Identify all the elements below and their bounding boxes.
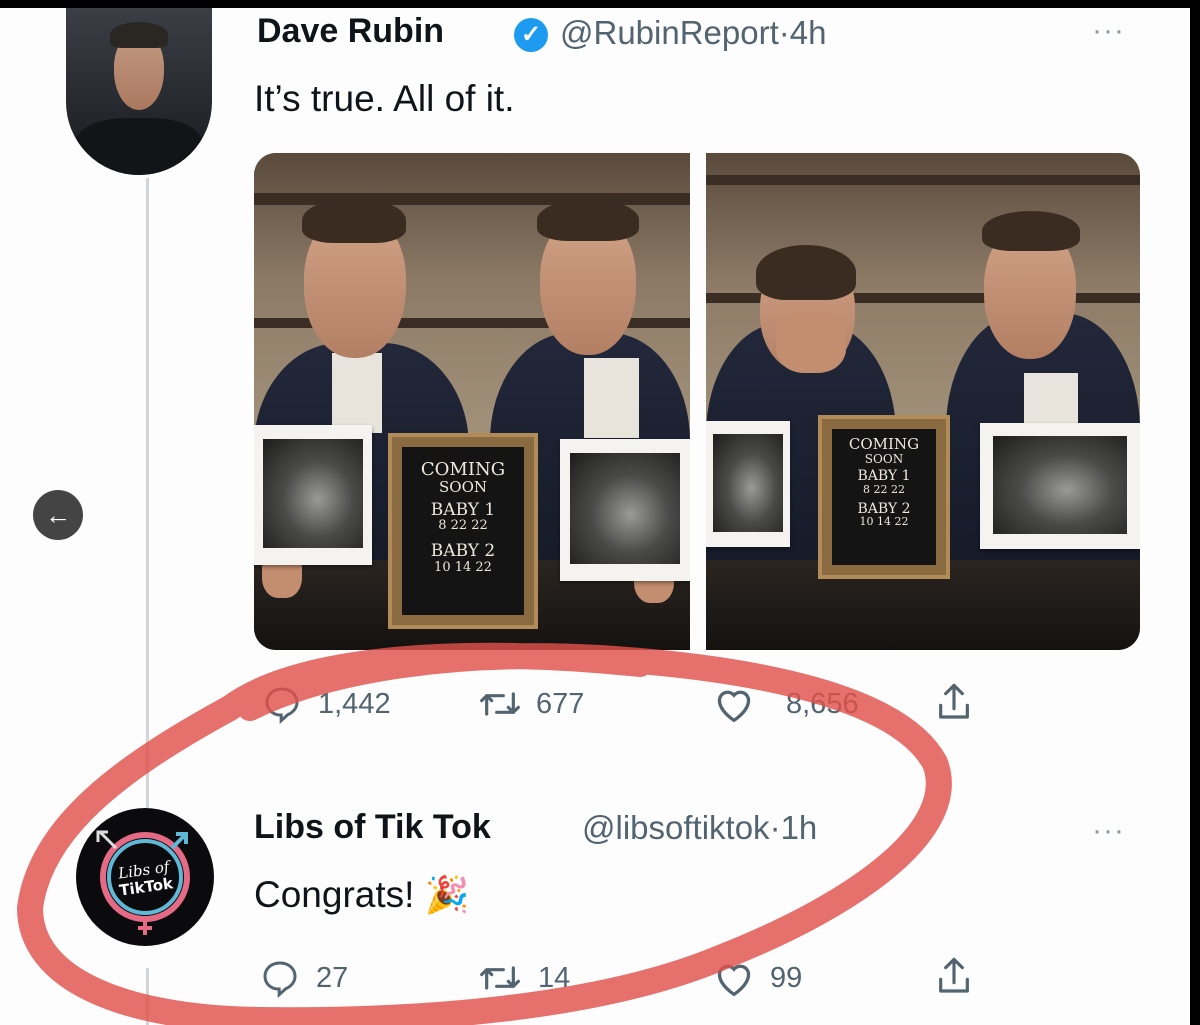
- like-count: 8,656: [786, 688, 859, 720]
- retweet-count: 14: [538, 962, 571, 994]
- separator: ·: [769, 809, 781, 846]
- share-icon[interactable]: [934, 680, 974, 724]
- reply-count: 27: [316, 962, 349, 994]
- retweet-count: 677: [536, 688, 585, 720]
- avatar-libs-of-tiktok[interactable]: Libs of TikTok: [76, 808, 214, 946]
- tweet-text: It’s true. All of it.: [254, 78, 515, 119]
- like-icon[interactable]: [712, 958, 756, 998]
- verified-badge-icon: ✓: [514, 18, 548, 52]
- tweet-thread: ← Dave Rubin ✓ @RubinReport·4h ··· It’s …: [0, 8, 1190, 1025]
- screenshot-frame: ← Dave Rubin ✓ @RubinReport·4h ··· It’s …: [0, 0, 1200, 1025]
- author-name[interactable]: Libs of Tik Tok: [254, 808, 491, 847]
- like-count: 99: [770, 962, 803, 994]
- timestamp[interactable]: 4h: [790, 14, 827, 51]
- reply-icon[interactable]: [260, 958, 300, 998]
- tweet-text: Congrats! 🎉: [254, 874, 470, 916]
- party-popper-icon: 🎉: [424, 874, 470, 915]
- tweet-photo-2[interactable]: COMING SOON BABY 1 8 22 22 BABY 2 10 14 …: [706, 153, 1140, 650]
- tweet-photo-1[interactable]: COMING SOON BABY 1 8 22 22 BABY 2 10 14 …: [254, 153, 690, 650]
- author-name[interactable]: Dave Rubin: [257, 12, 444, 51]
- thread-connector-line: [146, 178, 149, 818]
- thread-connector-line: [146, 968, 149, 1025]
- handle-text: @RubinReport: [560, 14, 779, 51]
- reply-count: 1,442: [318, 688, 391, 720]
- more-icon[interactable]: ···: [1092, 814, 1125, 848]
- retweet-icon[interactable]: [478, 684, 522, 724]
- retweet-icon[interactable]: [478, 958, 522, 998]
- like-icon[interactable]: [712, 684, 756, 724]
- announcement-board: COMING SOON BABY 1 8 22 22 BABY 2 10 14 …: [388, 433, 538, 629]
- author-handle[interactable]: @libsoftiktok·1h: [582, 809, 817, 847]
- handle-text: @libsoftiktok: [582, 809, 770, 846]
- reply-icon[interactable]: [262, 684, 302, 724]
- back-button[interactable]: ←: [33, 490, 83, 540]
- tweet-text-body: Congrats!: [254, 874, 415, 915]
- share-icon[interactable]: [934, 954, 974, 998]
- separator: ·: [778, 14, 790, 51]
- avatar-dave-rubin[interactable]: [66, 8, 212, 175]
- author-handle[interactable]: @RubinReport·4h: [560, 14, 827, 52]
- more-icon[interactable]: ···: [1092, 14, 1125, 48]
- back-arrow-icon: ←: [45, 500, 71, 530]
- announcement-board: COMING SOON BABY 1 8 22 22 BABY 2 10 14 …: [818, 415, 950, 579]
- timestamp[interactable]: 1h: [781, 809, 818, 846]
